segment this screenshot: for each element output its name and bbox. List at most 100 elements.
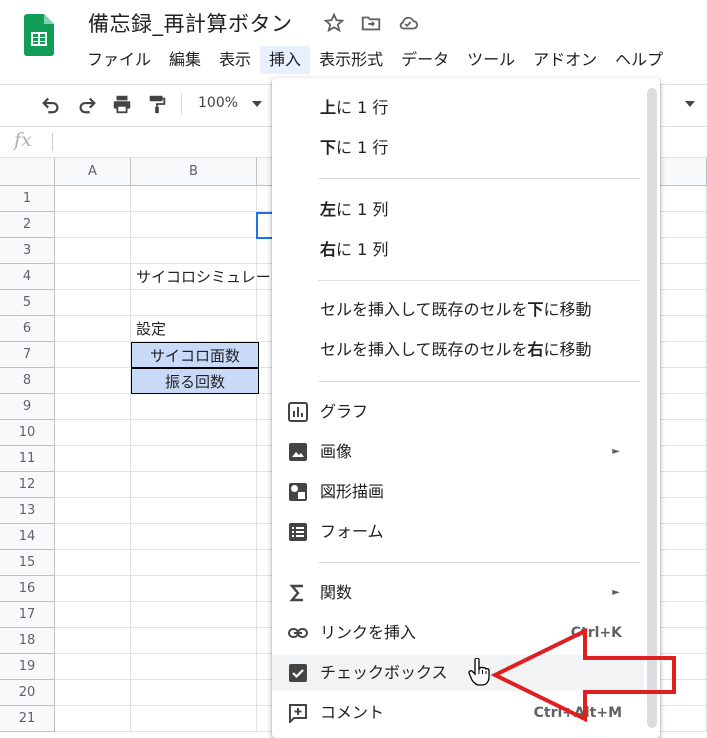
print-icon[interactable]: [111, 93, 133, 115]
undo-icon[interactable]: [40, 93, 62, 115]
grid-cell[interactable]: [55, 316, 131, 342]
insert-chart-item[interactable]: グラフ: [272, 394, 644, 430]
insert-row-below-item[interactable]: 下に 1 行: [272, 130, 644, 166]
cell-b7-dice-faces[interactable]: サイコロ面数: [131, 342, 259, 368]
grid-cell[interactable]: [131, 446, 257, 472]
cell-b4-title[interactable]: サイコロシミュレー: [131, 264, 271, 290]
grid-cell[interactable]: [131, 706, 257, 732]
grid-cell[interactable]: [55, 394, 131, 420]
grid-cell[interactable]: [55, 576, 131, 602]
row-header[interactable]: 6: [0, 316, 55, 342]
row-header[interactable]: 15: [0, 550, 55, 576]
select-all-corner[interactable]: [0, 158, 55, 186]
row-header[interactable]: 7: [0, 342, 55, 368]
grid-cell[interactable]: [55, 628, 131, 654]
menu-addons[interactable]: アドオン: [524, 46, 606, 74]
insert-function-item[interactable]: 関数 ►: [272, 575, 644, 611]
grid-cell[interactable]: [131, 420, 257, 446]
row-header[interactable]: 9: [0, 394, 55, 420]
insert-column-right-item[interactable]: 右に 1 列: [272, 232, 644, 268]
row-header[interactable]: 20: [0, 680, 55, 706]
row-header[interactable]: 19: [0, 654, 55, 680]
cloud-saved-icon[interactable]: [397, 12, 419, 34]
row-header[interactable]: 16: [0, 576, 55, 602]
grid-cell[interactable]: [55, 212, 131, 238]
row-header[interactable]: 10: [0, 420, 55, 446]
redo-icon[interactable]: [76, 93, 98, 115]
row-header[interactable]: 1: [0, 186, 55, 212]
column-header-b[interactable]: B: [131, 158, 257, 186]
grid-cell[interactable]: [131, 186, 257, 212]
row-header[interactable]: 8: [0, 368, 55, 394]
menu-tools[interactable]: ツール: [458, 46, 524, 74]
grid-cell[interactable]: [55, 238, 131, 264]
grid-cell[interactable]: [55, 602, 131, 628]
column-header-a[interactable]: A: [55, 158, 131, 186]
row-header[interactable]: 3: [0, 238, 55, 264]
grid-cell[interactable]: [55, 264, 131, 290]
dropdown-icon[interactable]: [685, 101, 695, 107]
row-header[interactable]: 5: [0, 290, 55, 316]
grid-cell[interactable]: [131, 680, 257, 706]
row-header[interactable]: 11: [0, 446, 55, 472]
grid-cell[interactable]: [55, 186, 131, 212]
annotation-arrow-icon: [490, 628, 676, 723]
menu-data[interactable]: データ: [392, 46, 458, 74]
insert-column-left-item[interactable]: 左に 1 列: [272, 192, 644, 228]
star-icon[interactable]: [323, 12, 345, 34]
row-header[interactable]: 17: [0, 602, 55, 628]
insert-row-above-item[interactable]: 上に 1 行: [272, 90, 644, 126]
zoom-dropdown-icon[interactable]: [252, 101, 262, 107]
row-header[interactable]: 14: [0, 524, 55, 550]
grid-cell[interactable]: [131, 550, 257, 576]
grid-cell[interactable]: [131, 498, 257, 524]
grid-cell[interactable]: [55, 342, 131, 368]
menu-format[interactable]: 表示形式: [310, 46, 392, 74]
sheets-logo[interactable]: [24, 14, 54, 56]
grid-cell[interactable]: [55, 446, 131, 472]
menu-help[interactable]: ヘルプ: [606, 46, 672, 74]
row-header[interactable]: 13: [0, 498, 55, 524]
grid-cell[interactable]: [131, 628, 257, 654]
grid-cell[interactable]: [131, 394, 257, 420]
grid-cell[interactable]: [131, 212, 257, 238]
row-header[interactable]: 21: [0, 706, 55, 732]
grid-cell[interactable]: [55, 290, 131, 316]
paint-format-icon[interactable]: [146, 93, 168, 115]
menu-file[interactable]: ファイル: [78, 46, 160, 74]
insert-cells-shift-down-item[interactable]: セルを挿入して既存のセルを下に移動: [272, 292, 644, 328]
row-header[interactable]: 2: [0, 212, 55, 238]
grid-cell[interactable]: [131, 654, 257, 680]
cell-b8-roll-count[interactable]: 振る回数: [131, 368, 259, 394]
menu-view[interactable]: 表示: [210, 46, 260, 74]
move-folder-icon[interactable]: [360, 12, 382, 34]
grid-cell[interactable]: [131, 602, 257, 628]
insert-drawing-item[interactable]: 図形描画: [272, 474, 644, 510]
menu-edit[interactable]: 編集: [160, 46, 210, 74]
menu-insert[interactable]: 挿入: [260, 46, 311, 74]
grid-cell[interactable]: [131, 524, 257, 550]
grid-cell[interactable]: [55, 498, 131, 524]
grid-cell[interactable]: [55, 368, 131, 394]
grid-cell[interactable]: [55, 550, 131, 576]
menu-separator: [318, 280, 640, 281]
grid-cell[interactable]: [55, 680, 131, 706]
grid-cell[interactable]: [131, 472, 257, 498]
zoom-select[interactable]: 100%: [198, 95, 238, 111]
grid-cell[interactable]: [131, 238, 257, 264]
grid-cell[interactable]: [131, 290, 257, 316]
row-header[interactable]: 12: [0, 472, 55, 498]
document-title[interactable]: 備忘録_再計算ボタン: [88, 8, 293, 38]
cell-b6-settings-label[interactable]: 設定: [131, 316, 257, 342]
grid-cell[interactable]: [131, 576, 257, 602]
grid-cell[interactable]: [55, 524, 131, 550]
grid-cell[interactable]: [55, 654, 131, 680]
row-header[interactable]: 18: [0, 628, 55, 654]
row-header[interactable]: 4: [0, 264, 55, 290]
grid-cell[interactable]: [55, 706, 131, 732]
grid-cell[interactable]: [55, 420, 131, 446]
insert-form-item[interactable]: フォーム: [272, 514, 644, 550]
insert-image-item[interactable]: 画像 ►: [272, 434, 644, 470]
grid-cell[interactable]: [55, 472, 131, 498]
insert-cells-shift-right-item[interactable]: セルを挿入して既存のセルを右に移動: [272, 332, 644, 368]
